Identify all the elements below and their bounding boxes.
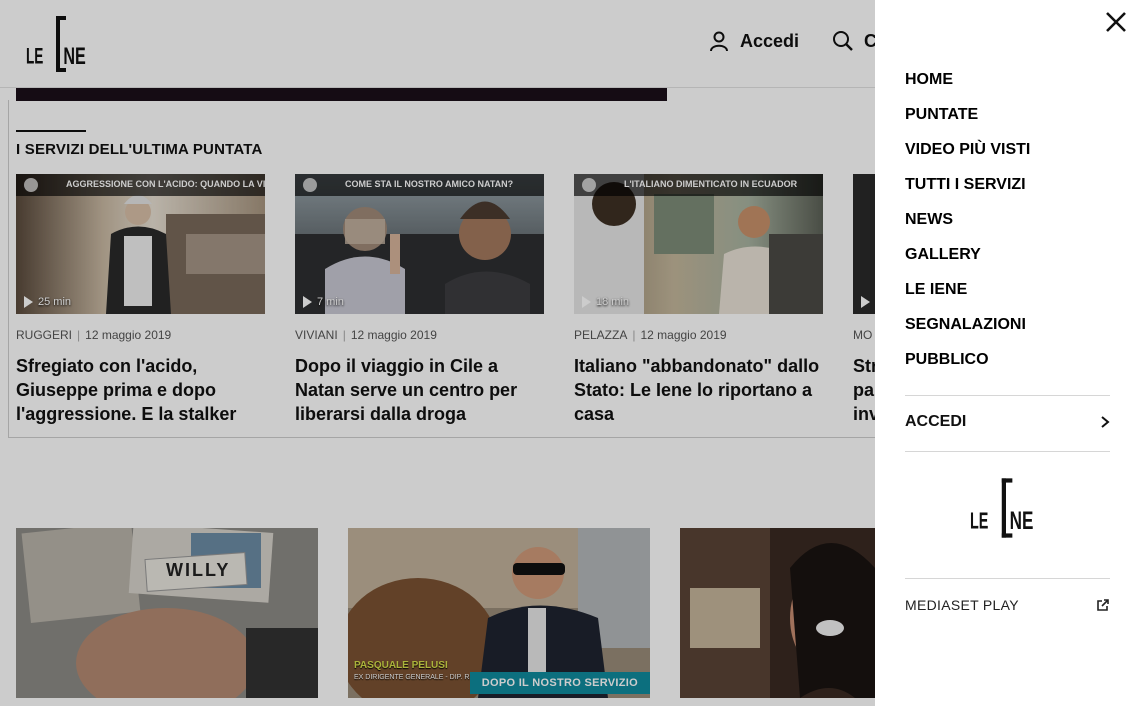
menu-login[interactable]: ACCEDI bbox=[905, 413, 1110, 431]
chevron-right-icon bbox=[1101, 416, 1110, 428]
menu-item-pubblico[interactable]: PUBBLICO bbox=[905, 350, 1030, 385]
menu-item-puntate[interactable]: PUNTATE bbox=[905, 105, 1030, 140]
menu-divider bbox=[905, 578, 1110, 579]
svg-text:NE: NE bbox=[1010, 507, 1034, 535]
menu-divider bbox=[905, 395, 1110, 396]
mediaset-play-label: MEDIASET PLAY bbox=[905, 597, 1019, 613]
svg-text:LE: LE bbox=[970, 508, 988, 534]
menu-list: HOME PUNTATE VIDEO PIÙ VISTI TUTTI I SER… bbox=[905, 70, 1030, 385]
menu-item-tutti-i-servizi[interactable]: TUTTI I SERVIZI bbox=[905, 175, 1030, 210]
menu-item-home[interactable]: HOME bbox=[905, 70, 1030, 105]
page-overlay[interactable] bbox=[0, 0, 875, 706]
menu-item-news[interactable]: NEWS bbox=[905, 210, 1030, 245]
le-iene-logo[interactable]: LE NE bbox=[970, 476, 1042, 540]
external-link-icon bbox=[1097, 599, 1109, 611]
close-icon[interactable] bbox=[1104, 10, 1128, 34]
menu-login-label: ACCEDI bbox=[905, 413, 967, 430]
mediaset-play-link[interactable]: MEDIASET PLAY bbox=[905, 597, 1110, 613]
menu-item-segnalazioni[interactable]: SEGNALAZIONI bbox=[905, 315, 1030, 350]
menu-item-video-piu-visti[interactable]: VIDEO PIÙ VISTI bbox=[905, 140, 1030, 175]
menu-item-le-iene[interactable]: LE IENE bbox=[905, 280, 1030, 315]
menu-divider bbox=[905, 451, 1110, 452]
menu-item-gallery[interactable]: GALLERY bbox=[905, 245, 1030, 280]
